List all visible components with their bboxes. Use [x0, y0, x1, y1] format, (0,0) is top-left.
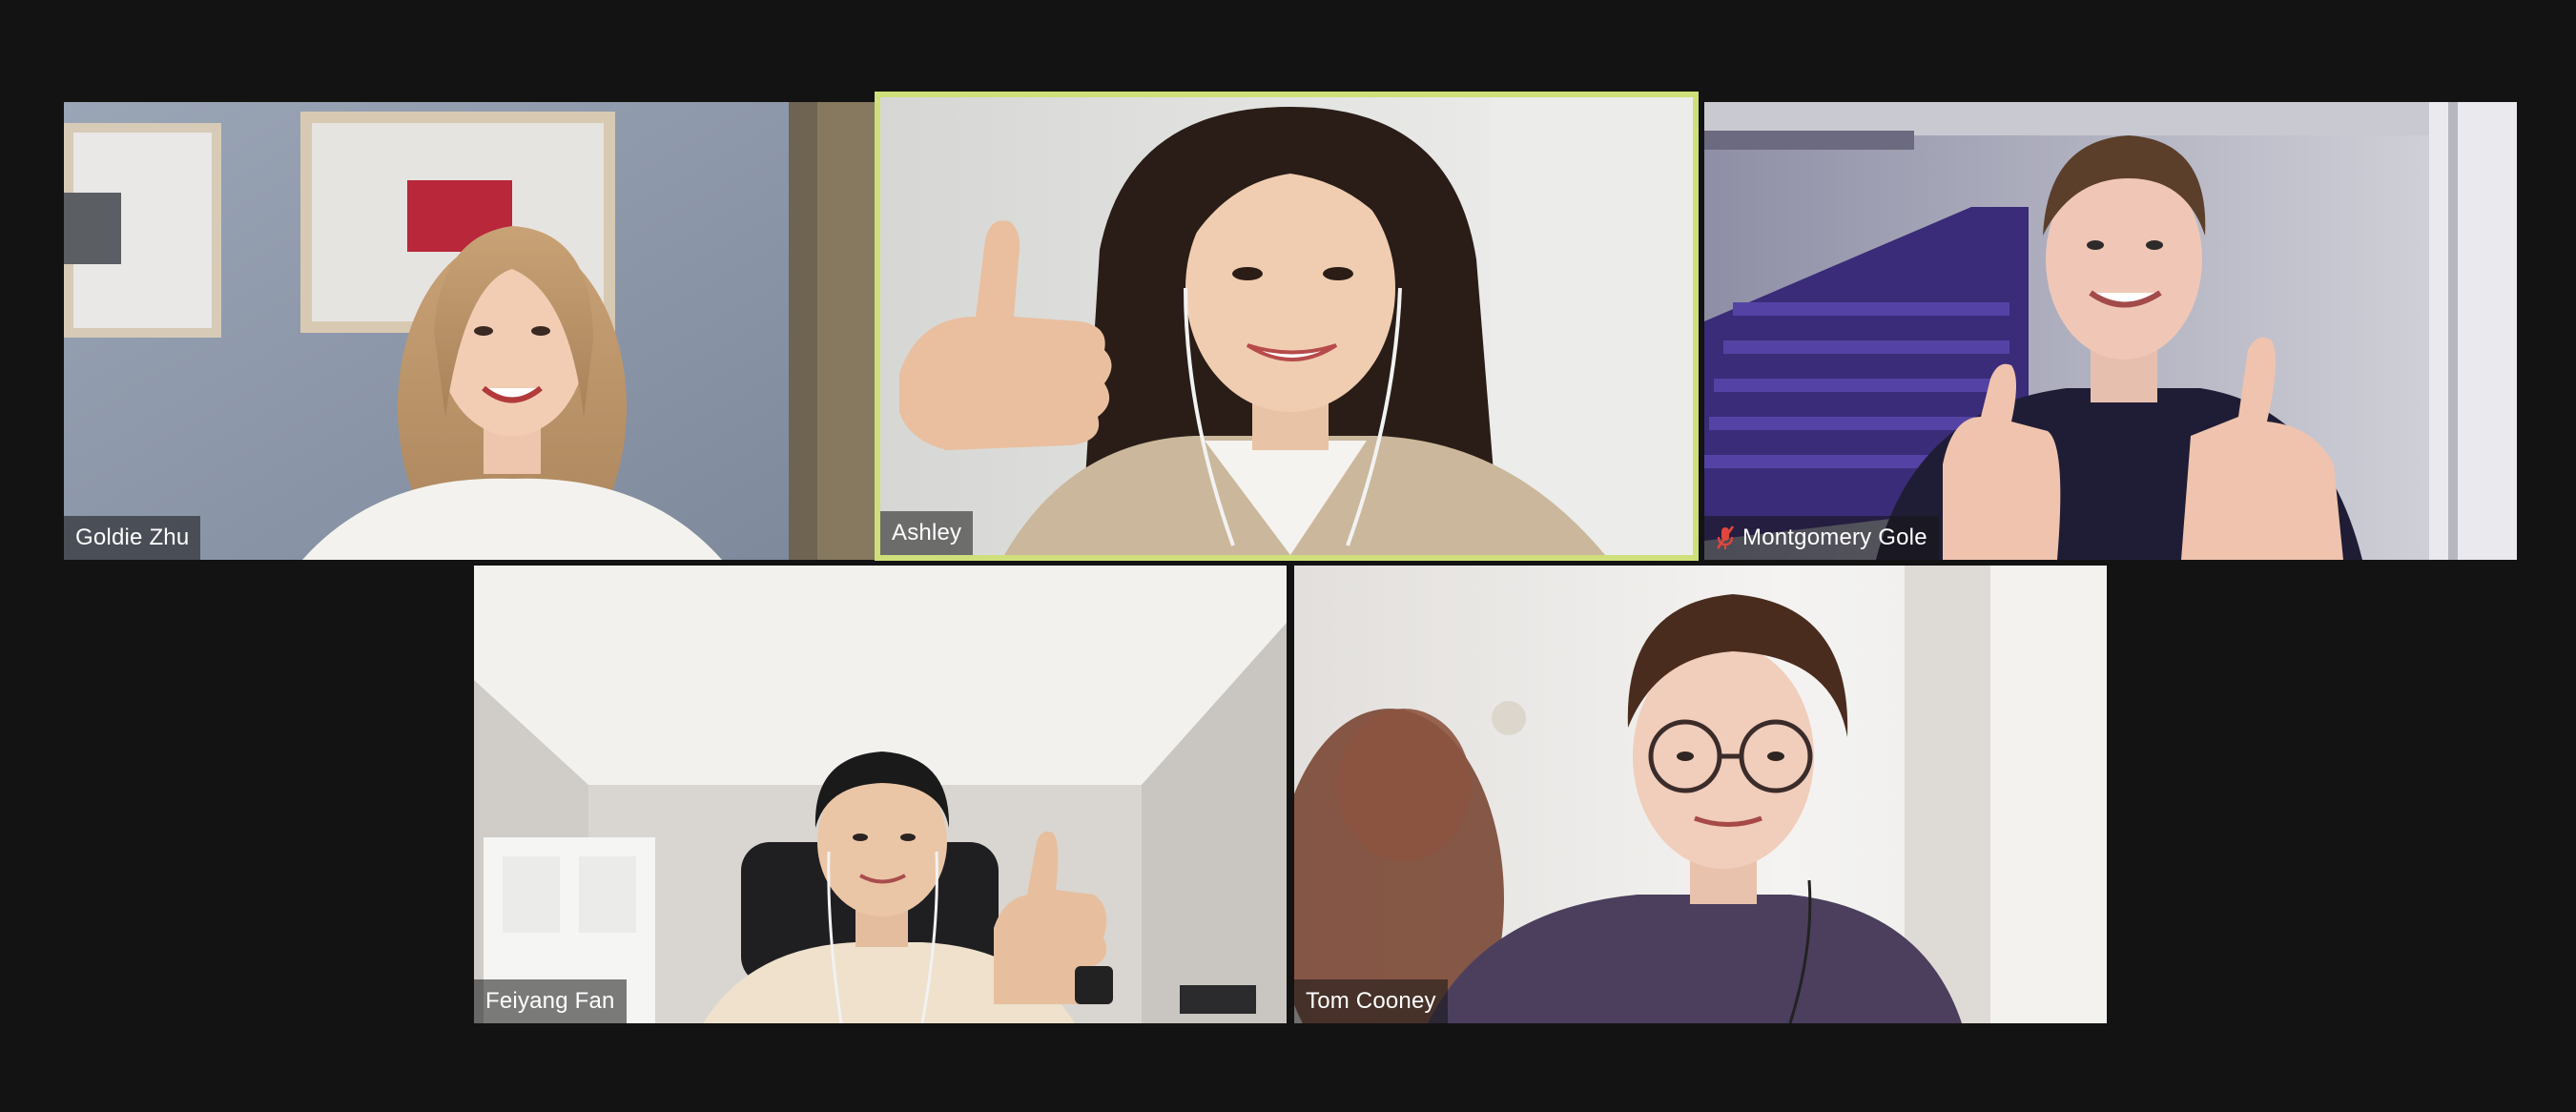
participant-name: Montgomery Gole	[1742, 525, 1927, 550]
video-tile-ashley[interactable]: Ashley	[875, 92, 1699, 561]
participant-name: Goldie Zhu	[75, 525, 190, 550]
participant-name: Feiyang Fan	[485, 988, 615, 1014]
participant-video	[474, 566, 1287, 1023]
participant-video	[880, 97, 1693, 555]
video-frame	[64, 102, 876, 560]
video-frame	[1294, 566, 2107, 1023]
participant-video	[64, 102, 876, 560]
participant-nameplate: Feiyang Fan	[474, 979, 627, 1023]
meeting-gallery-view: Goldie Zhu Ashley Montgomery Gole Feiyan…	[0, 0, 2576, 1112]
participant-nameplate: Ashley	[880, 511, 974, 555]
video-frame	[1704, 102, 2517, 560]
participant-video	[1704, 102, 2517, 560]
mic-muted-icon	[1716, 525, 1735, 549]
participant-nameplate: Montgomery Gole	[1704, 516, 1939, 560]
participant-nameplate: Tom Cooney	[1294, 979, 1448, 1023]
video-tile-montgomery-gole[interactable]: Montgomery Gole	[1704, 102, 2517, 560]
video-tile-tom-cooney[interactable]: Tom Cooney	[1294, 566, 2107, 1023]
participant-video	[1294, 566, 2107, 1023]
participant-name: Tom Cooney	[1306, 988, 1436, 1014]
video-tile-goldie-zhu[interactable]: Goldie Zhu	[64, 102, 876, 560]
video-frame	[880, 97, 1693, 555]
participant-nameplate: Goldie Zhu	[64, 516, 201, 560]
participant-name: Ashley	[892, 520, 962, 546]
video-tile-feiyang-fan[interactable]: Feiyang Fan	[474, 566, 1287, 1023]
video-frame	[474, 566, 1287, 1023]
